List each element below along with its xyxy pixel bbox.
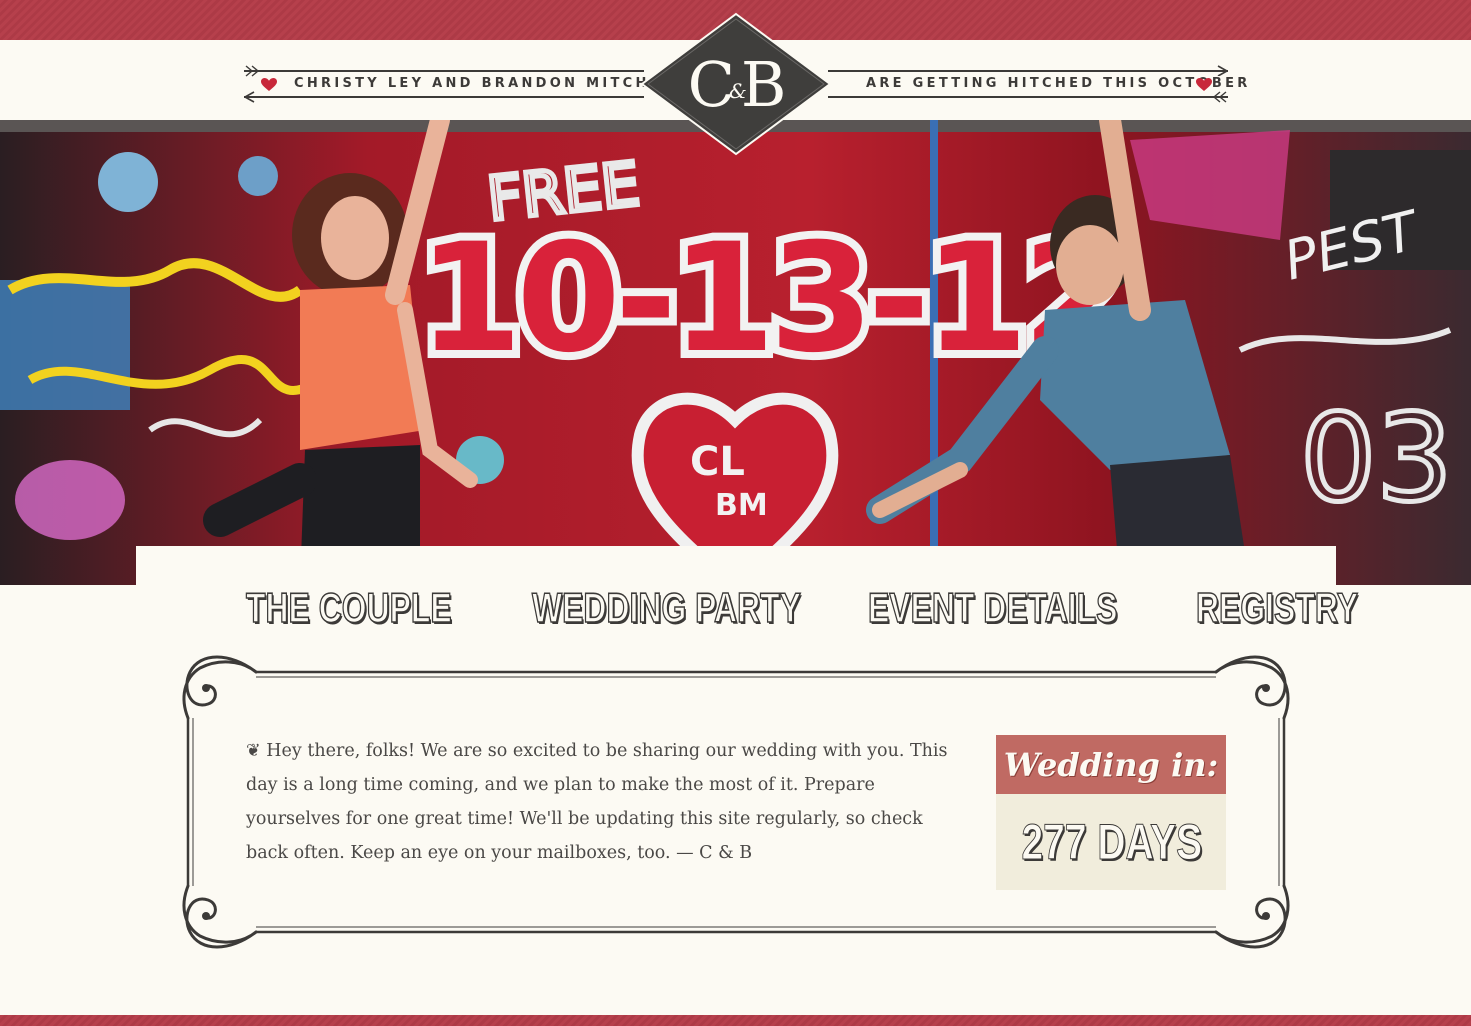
heart-icon bbox=[261, 78, 277, 91]
arrowhead-icon bbox=[244, 91, 255, 103]
countdown-value: 277 DAYS bbox=[1021, 814, 1203, 871]
monogram-b: B bbox=[740, 47, 787, 121]
arrow-line bbox=[244, 70, 644, 72]
arrow-fletching-icon bbox=[245, 65, 260, 77]
header-banner-right: are getting hitched this October bbox=[828, 65, 1257, 103]
countdown-heading: Wedding in: bbox=[996, 735, 1226, 794]
monogram-c: C bbox=[687, 47, 735, 121]
welcome-text: Hey there, folks! We are so excited to b… bbox=[246, 741, 948, 863]
svg-text:CL: CL bbox=[690, 439, 745, 485]
svg-text:10-13-12: 10-13-12 bbox=[418, 212, 1121, 386]
main-nav: The Couple Wedding Party Event Details R… bbox=[245, 583, 1432, 632]
svg-text:03: 03 bbox=[1300, 390, 1453, 529]
arrow-line bbox=[828, 70, 1228, 72]
arrow-fletching-icon bbox=[1212, 91, 1227, 103]
header-banner-left: Christy Ley and Brandon Mitchell bbox=[244, 65, 692, 103]
arrow-line bbox=[828, 96, 1228, 98]
heart-icon bbox=[1196, 78, 1212, 91]
welcome-message: ❦ Hey there, folks! We are so excited to… bbox=[246, 734, 956, 870]
countdown-widget: Wedding in: 277 DAYS bbox=[996, 735, 1226, 890]
nav-registry[interactable]: Registry bbox=[1195, 583, 1358, 632]
countdown-value-box: 277 DAYS bbox=[996, 794, 1226, 890]
monogram: C & B bbox=[644, 14, 828, 154]
nav-wedding-party[interactable]: Wedding Party bbox=[531, 583, 801, 632]
nav-event-details[interactable]: Event Details bbox=[867, 583, 1118, 632]
fleuron-icon: ❦ bbox=[246, 741, 261, 761]
arrow-line bbox=[244, 96, 644, 98]
couple-names: Christy Ley and Brandon Mitchell bbox=[288, 76, 692, 91]
hero-photo: PEST 03 FREE 10-13-12 10-13-12 CL BM bbox=[0, 120, 1471, 585]
graffiti-wall-illustration: PEST 03 FREE 10-13-12 10-13-12 CL BM bbox=[0, 120, 1471, 585]
svg-text:BM: BM bbox=[715, 488, 768, 523]
bottom-stripe bbox=[0, 1015, 1471, 1026]
nav-the-couple[interactable]: The Couple bbox=[245, 583, 452, 632]
